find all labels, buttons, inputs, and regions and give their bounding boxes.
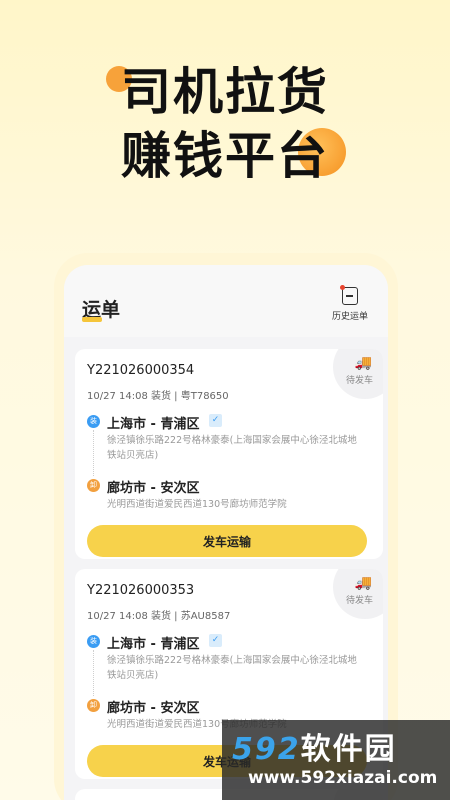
order-number: Y221026000353 xyxy=(87,583,195,598)
document-icon xyxy=(340,285,358,305)
order-number: Y221026000354 xyxy=(87,363,195,378)
title-underline xyxy=(82,317,102,322)
order-meta: 10/27 14:08 装货 | 苏AU8587 xyxy=(87,611,231,622)
load-city: 上海市 - 青浦区 xyxy=(107,417,200,432)
hero-headline: 司机拉货 赚钱平台 xyxy=(0,60,450,188)
history-orders-button[interactable]: 历史运单 xyxy=(326,285,374,322)
phone-frame: 运单 历史运单 🚚 待发车 Y221026000354 10/27 14:08 … xyxy=(54,253,398,800)
status-badge: 待发车 xyxy=(345,596,373,606)
depart-button[interactable]: 发车运输 xyxy=(87,525,367,557)
route-dots xyxy=(93,650,94,696)
notification-dot xyxy=(340,285,345,290)
hero-line-1: 司机拉货 xyxy=(121,63,329,121)
order-card[interactable]: 🚚 待发车 Y221026000354 10/27 14:08 装货 | 粤T7… xyxy=(75,349,383,559)
load-badge: 装 xyxy=(87,635,100,648)
verified-check-icon: ✓ xyxy=(209,414,222,427)
load-address: 徐泾镇徐乐路222号格林豪泰(上海国家会展中心徐泾北城地铁站贝亮店) xyxy=(107,655,357,681)
unload-city: 廊坊市 - 安次区 xyxy=(107,481,200,496)
watermark-url: www.592xiazai.com xyxy=(248,768,438,788)
unload-badge: 卸 xyxy=(87,699,100,712)
status-badge: 待发车 xyxy=(345,376,373,386)
unload-badge: 卸 xyxy=(87,479,100,492)
verified-check-icon: ✓ xyxy=(209,634,222,647)
order-meta: 10/27 14:08 装货 | 粤T78650 xyxy=(87,391,229,402)
history-label: 历史运单 xyxy=(331,312,368,322)
top-bar: 运单 历史运单 xyxy=(64,265,388,337)
load-badge: 装 xyxy=(87,415,100,428)
truck-icon: 🚚 xyxy=(354,575,372,591)
unload-address: 光明西道街道爱民西道130号廊坊师范学院 xyxy=(107,499,287,510)
watermark-brand-number: 592 xyxy=(232,732,301,767)
watermark-brand-text: 软件园 xyxy=(300,732,397,767)
hero-line-2: 赚钱平台 xyxy=(121,127,329,185)
site-watermark: 592软件园 www.592xiazai.com xyxy=(222,720,450,800)
unload-city: 廊坊市 - 安次区 xyxy=(107,701,200,716)
route-dots xyxy=(93,430,94,476)
truck-icon: 🚚 xyxy=(354,355,372,371)
load-city: 上海市 - 青浦区 xyxy=(107,637,200,652)
watermark-brand: 592软件园 xyxy=(232,724,397,768)
load-address: 徐泾镇徐乐路222号格林豪泰(上海国家会展中心徐泾北城地铁站贝亮店) xyxy=(107,435,357,461)
